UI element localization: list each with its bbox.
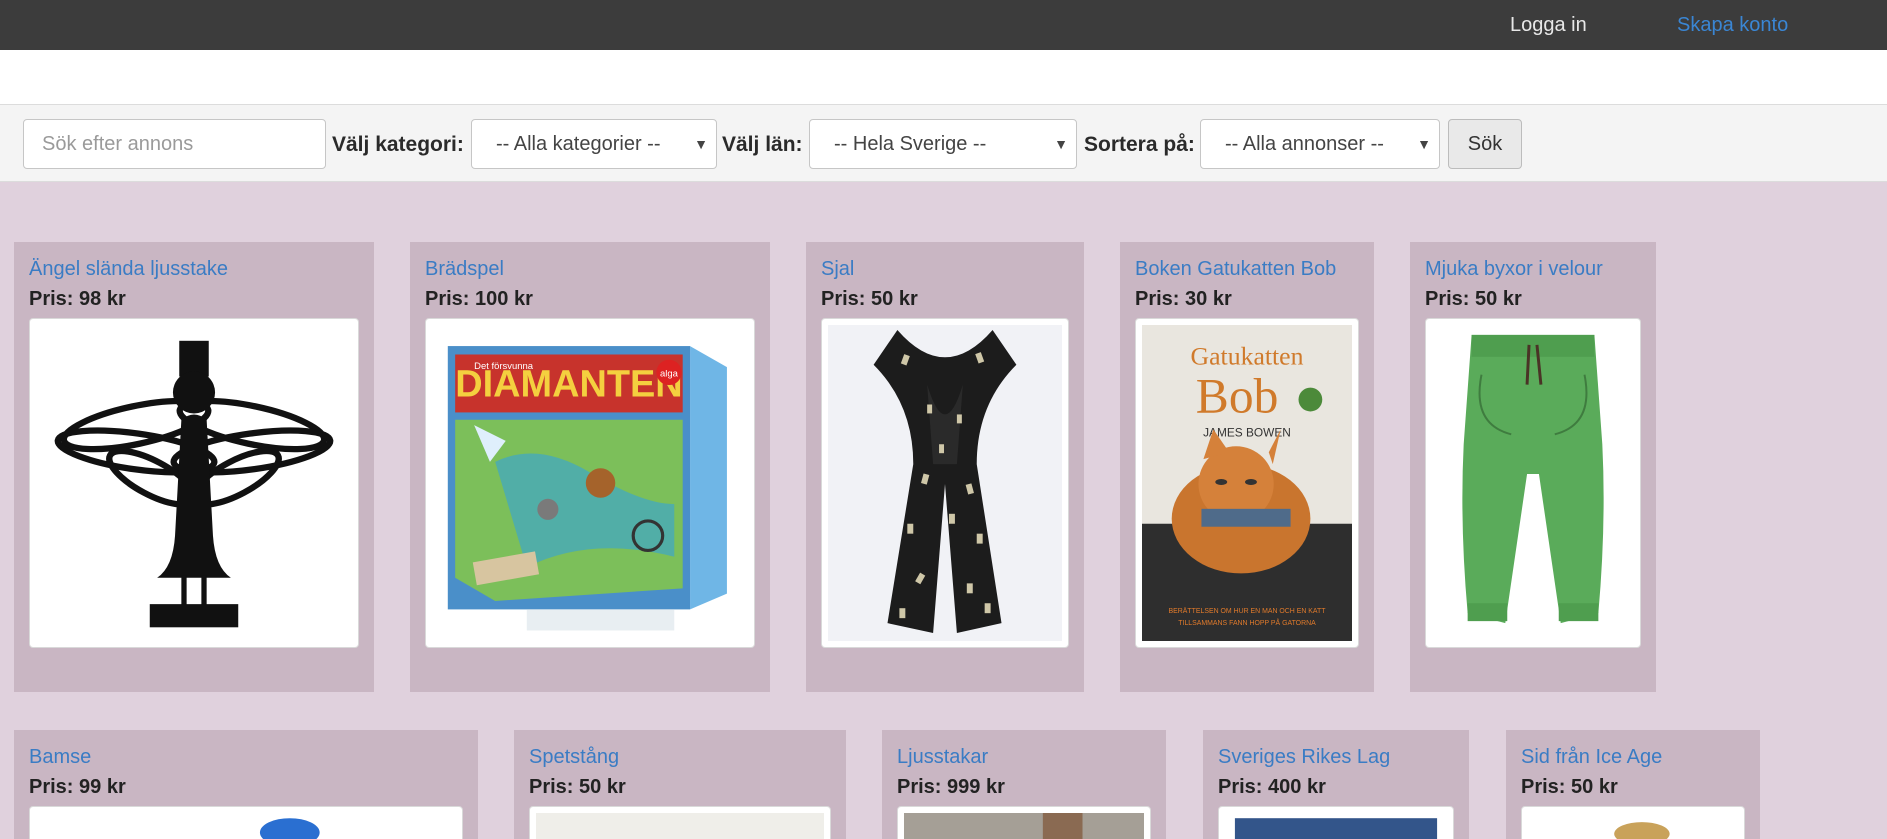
listing-image[interactable] [1425,318,1641,648]
search-bar: Välj kategori: -- Alla kategorier -- ▼ V… [0,104,1887,182]
svg-text:Det försvunna: Det försvunna [474,361,534,372]
listing-card[interactable]: Sveriges Rikes Lag Pris: 400 kr [1203,730,1469,839]
green-pants-image [1432,325,1634,641]
search-button[interactable]: Sök [1448,119,1522,169]
listing-card[interactable]: Bamse Pris: 99 kr [14,730,478,839]
board-game-image: DIAMANTEN Det försvunna alga [432,325,748,641]
listing-image[interactable] [1521,806,1745,839]
listing-title[interactable]: Mjuka byxor i velour [1425,258,1603,281]
listing-price: Pris: 50 kr [1521,776,1618,798]
listing-card[interactable]: Mjuka byxor i velour Pris: 50 kr [1410,242,1656,692]
listing-price: Pris: 50 kr [821,288,918,310]
listing-card[interactable]: Sid från Ice Age Pris: 50 kr [1506,730,1760,839]
listing-card[interactable]: Boken Gatukatten Bob Pris: 30 kr Gatukat… [1120,242,1374,692]
register-link[interactable]: Skapa konto [1677,14,1788,37]
search-input[interactable] [23,119,326,169]
category-select[interactable]: -- Alla kategorier -- ▼ [471,119,717,169]
chevron-down-icon: ▼ [1417,136,1431,152]
listing-price: Pris: 99 kr [29,776,126,798]
header-spacer [0,50,1887,104]
listing-title[interactable]: Sveriges Rikes Lag [1218,746,1390,769]
svg-text:Bob: Bob [1196,368,1279,423]
listing-title[interactable]: Boken Gatukatten Bob [1135,258,1336,281]
listing-title[interactable]: Spetstång [529,746,619,769]
svg-text:alga: alga [660,369,679,380]
listing-image[interactable] [29,318,359,648]
listing-card[interactable]: Brädspel Pris: 100 kr DIAMANTEN Det förs… [410,242,770,692]
chevron-down-icon: ▼ [1054,136,1068,152]
county-label: Välj län: [722,133,803,156]
category-select-value: -- Alla kategorier -- [496,132,661,155]
listing-title[interactable]: Sid från Ice Age [1521,746,1662,769]
county-select[interactable]: -- Hela Sverige -- ▼ [809,119,1077,169]
listing-image[interactable]: DIAMANTEN Det försvunna alga [425,318,755,648]
svg-text:Gatukatten: Gatukatten [1191,342,1304,371]
law-book-image [1225,813,1447,839]
listing-card[interactable]: Ängel slända ljusstake Pris: 98 kr [14,242,374,692]
listing-image[interactable] [529,806,831,839]
listing-image[interactable] [1218,806,1454,839]
listing-image[interactable] [29,806,463,839]
sort-label: Sortera på: [1084,133,1195,156]
svg-text:BERÄTTELSEN OM HUR EN MAN OCH: BERÄTTELSEN OM HUR EN MAN OCH EN KATT [1169,607,1327,615]
listing-price: Pris: 30 kr [1135,288,1232,310]
candlesticks-image [904,813,1144,839]
book-cover-image: Gatukatten Bob JAMES BOWEN BERÄTTELSEN O… [1142,325,1352,641]
chevron-down-icon: ▼ [694,136,708,152]
pliers-image [536,813,824,839]
listing-price: Pris: 98 kr [29,288,126,310]
listing-price: Pris: 50 kr [529,776,626,798]
sort-select[interactable]: -- Alla annonser -- ▼ [1200,119,1440,169]
svg-text:TILLSAMMANS FANN HOPP PÅ GATOR: TILLSAMMANS FANN HOPP PÅ GATORNA [1178,618,1316,627]
bamse-image [36,813,456,839]
listing-image[interactable]: Gatukatten Bob JAMES BOWEN BERÄTTELSEN O… [1135,318,1359,648]
listing-price: Pris: 100 kr [425,288,533,310]
listing-card[interactable]: Sjal Pris: 50 kr [806,242,1084,692]
listing-title[interactable]: Sjal [821,258,854,281]
listing-card[interactable]: Spetstång Pris: 50 kr [514,730,846,839]
listing-image[interactable] [821,318,1069,648]
listing-price: Pris: 400 kr [1218,776,1326,798]
login-link[interactable]: Logga in [1510,14,1587,37]
top-navbar: Logga in Skapa konto [0,0,1887,50]
listing-title[interactable]: Ängel slända ljusstake [29,258,228,281]
sid-toy-image [1528,813,1738,839]
scarf-image [828,325,1062,641]
angel-candlestick-image [36,325,352,641]
listing-price: Pris: 50 kr [1425,288,1522,310]
county-select-value: -- Hela Sverige -- [834,132,987,155]
category-label: Välj kategori: [332,133,464,156]
listing-title[interactable]: Brädspel [425,258,504,281]
sort-select-value: -- Alla annonser -- [1225,132,1384,155]
listing-title[interactable]: Bamse [29,746,91,769]
listing-image[interactable] [897,806,1151,839]
listing-card[interactable]: Ljusstakar Pris: 999 kr [882,730,1166,839]
listing-title[interactable]: Ljusstakar [897,746,988,769]
listing-price: Pris: 999 kr [897,776,1005,798]
